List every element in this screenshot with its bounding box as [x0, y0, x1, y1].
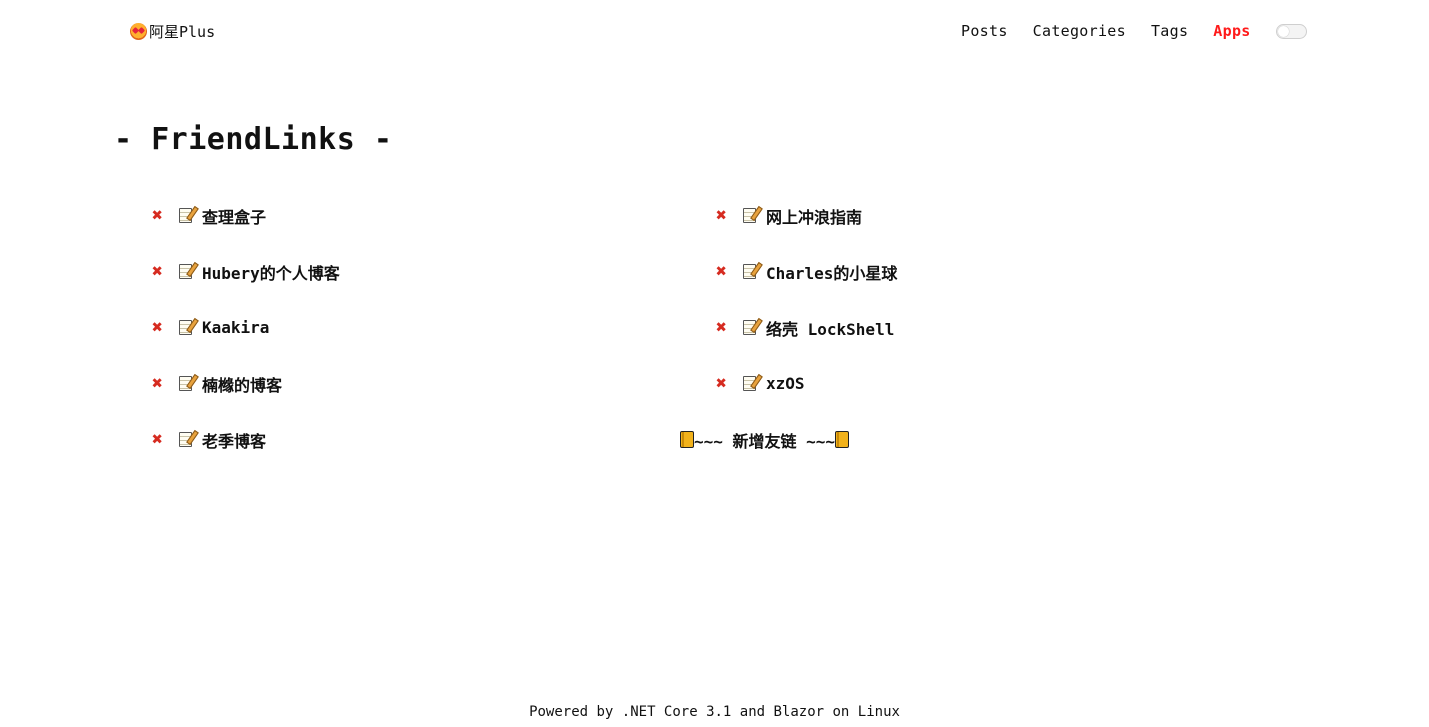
list-item: ✖ 查理盒子	[152, 204, 716, 227]
add-friend-link[interactable]: ~~~ 新增友链 ~~~	[680, 428, 850, 452]
friend-link[interactable]: 网上冲浪指南	[766, 204, 862, 228]
memo-icon	[743, 320, 756, 335]
cross-mark-icon: ✖	[716, 316, 727, 338]
memo-icon	[179, 320, 192, 335]
star-struck-emoji-icon	[130, 23, 147, 40]
friend-link[interactable]: 楠橼的博客	[202, 372, 282, 396]
cross-mark-icon: ✖	[152, 428, 163, 450]
memo-icon	[179, 432, 192, 447]
site-footer: Powered by .NET Core 3.1 and Blazor on L…	[529, 704, 900, 720]
nav-posts[interactable]: Posts	[961, 22, 1008, 40]
cross-mark-icon: ✖	[152, 316, 163, 338]
theme-toggle[interactable]	[1276, 24, 1307, 39]
nav-categories[interactable]: Categories	[1033, 22, 1126, 40]
memo-icon	[743, 208, 756, 223]
friend-link[interactable]: Hubery的个人博客	[202, 260, 340, 284]
list-item: ✖ 网上冲浪指南	[716, 204, 1136, 227]
cross-mark-icon: ✖	[716, 372, 727, 394]
list-item: ✖ 老季博客	[152, 428, 716, 451]
brand-name: 阿星Plus	[149, 23, 216, 41]
friend-link[interactable]: xzOS	[766, 374, 805, 393]
list-item: ✖ Hubery的个人博客	[152, 260, 716, 283]
cross-mark-icon: ✖	[716, 204, 727, 226]
friend-link[interactable]: Charles的小星球	[766, 260, 897, 284]
list-item: ✖ 楠橼的博客	[152, 372, 716, 395]
friend-links-list: ✖ 查理盒子 ✖ 网上冲浪指南 ✖ Hubery的个人博客 ✖ Charles的…	[152, 204, 1152, 451]
list-item: ✖ Kaakira	[152, 316, 716, 339]
cross-mark-icon: ✖	[716, 260, 727, 282]
cross-mark-icon: ✖	[152, 372, 163, 394]
toggle-knob	[1278, 26, 1289, 37]
memo-icon	[179, 264, 192, 279]
list-item: ✖ Charles的小星球	[716, 260, 1136, 283]
cross-mark-icon: ✖	[152, 260, 163, 282]
main-nav: Posts Categories Tags Apps	[961, 22, 1276, 40]
site-header: 阿星Plus Posts Categories Tags Apps	[0, 0, 1429, 64]
add-friend-link-label: ~~~ 新增友链 ~~~	[694, 431, 836, 451]
brand-link[interactable]: 阿星Plus	[130, 21, 215, 42]
cross-mark-icon: ✖	[152, 204, 163, 226]
book-icon	[680, 431, 694, 448]
nav-apps[interactable]: Apps	[1213, 22, 1250, 40]
page-title: - FriendLinks -	[114, 122, 393, 157]
friend-link[interactable]: Kaakira	[202, 318, 269, 337]
book-icon	[835, 431, 850, 448]
memo-icon	[179, 208, 192, 223]
list-item: ✖ 络壳 LockShell	[716, 316, 1136, 339]
friend-link[interactable]: 查理盒子	[202, 204, 266, 228]
friend-link[interactable]: 老季博客	[202, 428, 266, 452]
memo-icon	[743, 264, 756, 279]
friend-link[interactable]: 络壳 LockShell	[766, 316, 894, 340]
memo-icon	[743, 376, 756, 391]
list-item: ✖ xzOS	[716, 372, 1136, 395]
memo-icon	[179, 376, 192, 391]
add-friend-link-item: ~~~ 新增友链 ~~~	[680, 428, 1136, 451]
nav-tags[interactable]: Tags	[1151, 22, 1188, 40]
